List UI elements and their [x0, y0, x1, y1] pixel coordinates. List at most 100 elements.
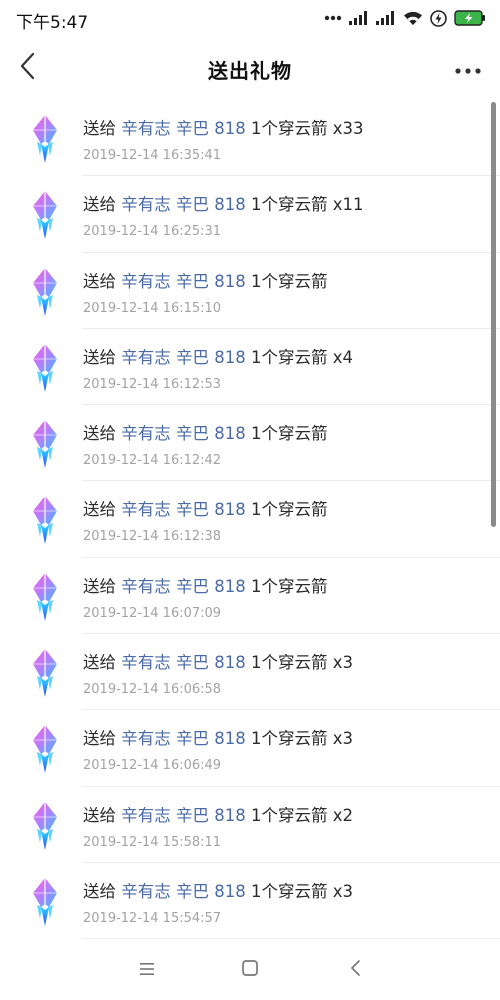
- gift-record-text: 送给 辛有志 辛巴 818 1个穿云箭 x3 2019-12-14 16:06:…: [83, 652, 480, 698]
- recipient-name-link[interactable]: 辛有志 辛巴 818: [121, 806, 245, 825]
- record-action: 送给: [83, 119, 116, 138]
- recipient-name-link[interactable]: 辛有志 辛巴 818: [121, 195, 245, 214]
- gift-record-summary: 送给 辛有志 辛巴 818 1个穿云箭 x4: [83, 347, 480, 369]
- gift-description: 1个穿云箭 x3: [250, 729, 353, 749]
- app-bar: 送出礼物: [0, 36, 500, 100]
- recipient-name-link[interactable]: 辛有志 辛巴 818: [121, 348, 245, 367]
- gift-record-summary: 送给 辛有志 辛巴 818 1个穿云箭 x3: [83, 728, 480, 750]
- gift-record-summary: 送给 辛有志 辛巴 818 1个穿云箭 x11: [83, 194, 480, 216]
- record-timestamp: 2019-12-14 16:35:41: [83, 148, 222, 163]
- gift-record-text: 送给 辛有志 辛巴 818 1个穿云箭 x3 2019-12-14 16:06:…: [83, 728, 480, 774]
- more-horizontal-icon: [455, 59, 481, 78]
- gift-description: 1个穿云箭: [250, 500, 328, 520]
- record-timestamp: 2019-12-14 16:12:42: [83, 453, 222, 469]
- record-action: 送给: [83, 424, 116, 444]
- gift-record-row[interactable]: 送给 辛有志 辛巴 818 1个穿云箭 2019-12-14 16:15:10: [0, 253, 500, 329]
- arrow-gift-icon: [28, 801, 62, 851]
- gift-record-row[interactable]: 送给 辛有志 辛巴 818 1个穿云箭 x11 2019-12-14 16:25…: [0, 176, 500, 253]
- signal-icon: [376, 11, 396, 25]
- gift-description: 1个穿云箭 x3: [250, 653, 353, 673]
- gift-record-summary: 送给 辛有志 辛巴 818 1个穿云箭: [83, 271, 480, 293]
- gift-record-row[interactable]: 送给 辛有志 辛巴 818 1个穿云箭 x3 2019-12-14 16:06:…: [0, 634, 500, 711]
- recipient-name-link[interactable]: 辛有志 辛巴 818: [121, 729, 245, 748]
- gift-record-text: 送给 辛有志 辛巴 818 1个穿云箭 x11 2019-12-14 16:25…: [83, 194, 480, 240]
- gift-record-text: 送给 辛有志 辛巴 818 1个穿云箭 x3 2019-12-14 15:54:…: [83, 881, 480, 927]
- arrow-gift-icon: [28, 648, 62, 698]
- recipient-name-link[interactable]: 辛有志 辛巴 818: [121, 424, 245, 443]
- home-button[interactable]: [238, 958, 262, 982]
- record-action: 送给: [83, 271, 116, 291]
- gift-record-text: 送给 辛有志 辛巴 818 1个穿云箭 2019-12-14 16:15:10: [83, 271, 480, 317]
- arrow-gift-icon: [28, 495, 62, 545]
- more-dots-icon: [324, 15, 342, 21]
- gift-record-summary: 送给 辛有志 辛巴 818 1个穿云箭: [83, 576, 480, 598]
- home-square-icon: [241, 959, 259, 981]
- record-action: 送给: [83, 653, 116, 673]
- recipient-name-link[interactable]: 辛有志 辛巴 818: [121, 653, 245, 672]
- recipient-name-link[interactable]: 辛有志 辛巴 818: [121, 272, 245, 291]
- status-bar: 下午5:47: [0, 0, 500, 36]
- status-icons: [324, 8, 486, 28]
- gift-record-row[interactable]: 送给 辛有志 辛巴 818 1个穿云箭 x2 2019-12-14 15:58:…: [0, 787, 500, 863]
- arrow-gift-icon: [28, 724, 62, 774]
- recent-apps-button[interactable]: [135, 958, 159, 982]
- battery-charging-icon: [454, 10, 486, 26]
- navigation-bar: [0, 940, 500, 1000]
- gift-description: 1个穿云箭 x3: [250, 881, 353, 901]
- gift-record-list[interactable]: 送给 辛有志 辛巴 818 1个穿云箭 x33 2019-12-14 16:35…: [0, 100, 500, 940]
- gift-record-row[interactable]: 送给 辛有志 辛巴 818 1个穿云箭 x3 2019-12-14 16:06:…: [0, 710, 500, 787]
- gift-description: 1个穿云箭 x2: [250, 805, 353, 825]
- status-time: 下午5:47: [16, 13, 89, 33]
- gift-record-text: 送给 辛有志 辛巴 818 1个穿云箭 x2 2019-12-14 15:58:…: [83, 805, 480, 851]
- gift-description: 1个穿云箭: [250, 424, 328, 444]
- gift-record-text: 送给 辛有志 辛巴 818 1个穿云箭 2019-12-14 16:12:38: [83, 499, 480, 545]
- gift-record-text: 送给 辛有志 辛巴 818 1个穿云箭 2019-12-14 16:12:42: [83, 423, 480, 469]
- recipient-name-link[interactable]: 辛有志 辛巴 818: [121, 882, 245, 901]
- record-timestamp: 2019-12-14 16:07:09: [83, 605, 222, 621]
- gift-record-row[interactable]: 送给 辛有志 辛巴 818 1个穿云箭 x33 2019-12-14 16:35…: [0, 100, 500, 177]
- gift-record-summary: 送给 辛有志 辛巴 818 1个穿云箭: [83, 423, 480, 445]
- gift-description: 1个穿云箭 x11: [250, 195, 364, 215]
- gift-record-row[interactable]: 送给 辛有志 辛巴 818 1个穿云箭 2019-12-14 16:12:42: [0, 405, 500, 482]
- record-action: 送给: [83, 881, 116, 901]
- record-action: 送给: [83, 729, 116, 749]
- gift-record-row[interactable]: 送给 辛有志 辛巴 818 1个穿云箭 2019-12-14 16:07:09: [0, 558, 500, 635]
- recipient-name-link[interactable]: 辛有志 辛巴 818: [121, 119, 245, 138]
- signal-icon: [349, 11, 369, 25]
- record-timestamp: 2019-12-14 15:54:57: [83, 910, 222, 926]
- arrow-gift-icon: [28, 343, 62, 393]
- gift-record-row[interactable]: 送给 辛有志 辛巴 818 1个穿云箭 x3 2019-12-14 15:54:…: [0, 863, 500, 940]
- arrow-gift-icon: [28, 419, 62, 469]
- more-options-button[interactable]: [450, 54, 486, 82]
- record-timestamp: 2019-12-14 15:58:11: [83, 834, 222, 850]
- gift-record-row[interactable]: 送给 辛有志 辛巴 818 1个穿云箭 x4 2019-12-14 16:12:…: [0, 329, 500, 406]
- arrow-gift-icon: [28, 190, 62, 240]
- gift-description: 1个穿云箭 x33: [250, 119, 364, 138]
- gift-record-text: 送给 辛有志 辛巴 818 1个穿云箭 2019-12-14 16:07:09: [83, 576, 480, 622]
- menu-icon: [139, 961, 155, 980]
- system-back-button[interactable]: [343, 958, 367, 982]
- gift-record-text: 送给 辛有志 辛巴 818 1个穿云箭 x4 2019-12-14 16:12:…: [83, 347, 480, 393]
- gift-description: 1个穿云箭: [250, 576, 328, 596]
- record-action: 送给: [83, 195, 116, 215]
- back-triangle-icon: [349, 959, 361, 981]
- gift-description: 1个穿云箭: [250, 271, 328, 291]
- page-title: 送出礼物: [208, 59, 292, 83]
- gift-record-summary: 送给 辛有志 辛巴 818 1个穿云箭 x2: [83, 805, 480, 827]
- gift-record-summary: 送给 辛有志 辛巴 818 1个穿云箭 x3: [83, 881, 480, 903]
- record-timestamp: 2019-12-14 16:06:58: [83, 682, 222, 698]
- record-timestamp: 2019-12-14 16:12:38: [83, 529, 222, 545]
- arrow-gift-icon: [28, 877, 62, 927]
- record-action: 送给: [83, 576, 116, 596]
- recipient-name-link[interactable]: 辛有志 辛巴 818: [121, 500, 245, 519]
- recipient-name-link[interactable]: 辛有志 辛巴 818: [121, 577, 245, 596]
- gift-record-summary: 送给 辛有志 辛巴 818 1个穿云箭: [83, 499, 480, 521]
- record-timestamp: 2019-12-14 16:06:49: [83, 758, 222, 774]
- gift-record-summary: 送给 辛有志 辛巴 818 1个穿云箭 x3: [83, 652, 480, 674]
- gift-record-row[interactable]: 送给 辛有志 辛巴 818 1个穿云箭 2019-12-14 16:12:38: [0, 481, 500, 558]
- arrow-gift-icon: [28, 114, 62, 164]
- gift-history-screen: 下午5:47 送出礼物 送给 辛有志 辛巴 818 1个穿云箭 x33 2019…: [0, 0, 500, 1000]
- record-action: 送给: [83, 805, 116, 825]
- scrollbar[interactable]: [491, 102, 496, 527]
- record-timestamp: 2019-12-14 16:15:10: [83, 300, 222, 316]
